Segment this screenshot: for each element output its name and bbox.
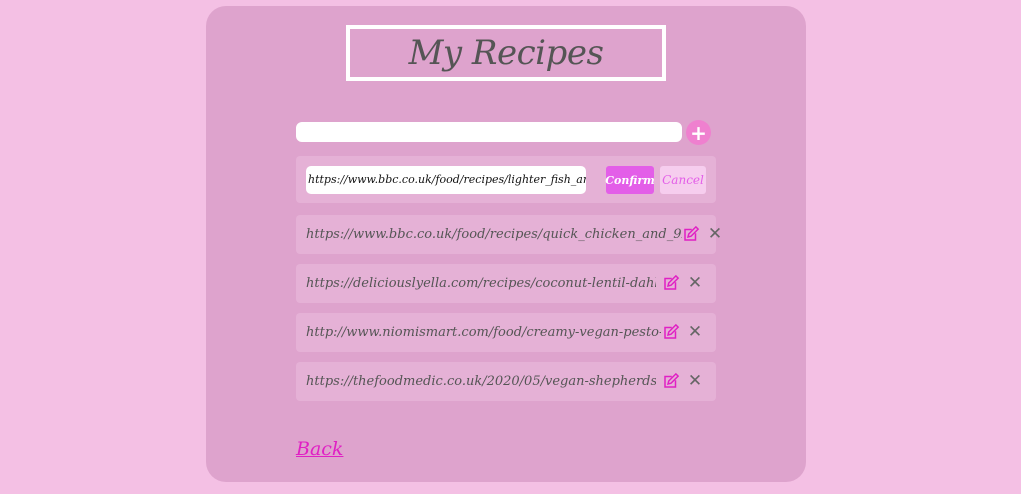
new-recipe-input[interactable] [296, 122, 682, 142]
title-box: My Recipes [346, 25, 666, 81]
recipe-row: https://thefoodmedic.co.uk/2020/05/vegan… [296, 362, 716, 401]
recipe-row: http://www.niomismart.com/food/creamy-ve… [296, 313, 716, 352]
edit-icon[interactable] [662, 372, 680, 390]
add-recipe-button[interactable]: + [686, 120, 711, 145]
close-icon[interactable]: ✕ [706, 225, 724, 243]
cancel-button[interactable]: Cancel [660, 166, 706, 194]
close-icon[interactable]: ✕ [686, 323, 704, 341]
edit-recipe-input[interactable]: https://www.bbc.co.uk/food/recipes/light… [306, 166, 586, 194]
edit-icon[interactable] [662, 274, 680, 292]
confirm-button[interactable]: Confirm [605, 166, 655, 194]
close-icon[interactable]: ✕ [686, 372, 704, 390]
edit-icon[interactable] [662, 323, 680, 341]
recipe-link[interactable]: http://www.niomismart.com/food/creamy-ve… [306, 313, 661, 352]
recipes-card: My Recipes + https://www.bbc.co.uk/food/… [206, 6, 806, 482]
recipe-link[interactable]: https://deliciouslyella.com/recipes/coco… [306, 264, 656, 303]
recipe-link[interactable]: https://thefoodmedic.co.uk/2020/05/vegan… [306, 362, 656, 401]
page-title: My Recipes [408, 33, 604, 73]
edit-icon[interactable] [682, 225, 700, 243]
recipe-link[interactable]: https://www.bbc.co.uk/food/recipes/quick… [306, 215, 682, 254]
edit-recipe-row: https://www.bbc.co.uk/food/recipes/light… [296, 156, 716, 203]
recipe-row: https://www.bbc.co.uk/food/recipes/quick… [296, 215, 722, 254]
back-link[interactable]: Back [296, 438, 343, 460]
close-icon[interactable]: ✕ [686, 274, 704, 292]
recipe-row: https://deliciouslyella.com/recipes/coco… [296, 264, 716, 303]
